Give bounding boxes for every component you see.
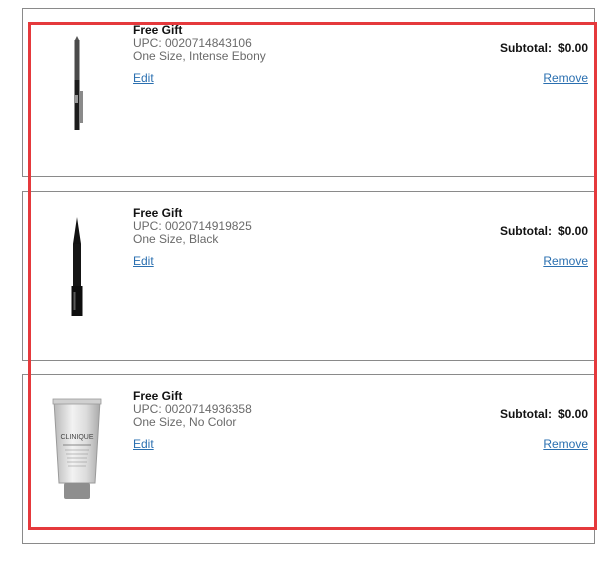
- serum-tube-icon: CLINIQUE: [52, 398, 102, 499]
- subtotal-label: Subtotal:: [499, 41, 552, 55]
- remove-link[interactable]: Remove: [543, 71, 588, 85]
- item-pricing: Subtotal: $0.00 Remove: [500, 407, 588, 453]
- cart-item: CLINIQUE Free Gift UPC: 0020714936358 On…: [22, 374, 595, 544]
- cart-items-list: Free Gift UPC: 0020714843106 One Size, I…: [0, 0, 610, 563]
- edit-link[interactable]: Edit: [133, 72, 154, 85]
- eyeliner-pencil-icon: [74, 36, 83, 130]
- subtotal-value: $0.00: [557, 224, 588, 238]
- item-info: Free Gift UPC: 0020714936358 One Size, N…: [133, 390, 252, 451]
- product-image[interactable]: [45, 33, 109, 133]
- item-variant: One Size, Black: [133, 232, 219, 246]
- cart-item: Free Gift UPC: 0020714919825 One Size, B…: [22, 191, 595, 361]
- tube-brand-text: CLINIQUE: [60, 434, 93, 441]
- item-info: Free Gift UPC: 0020714843106 One Size, I…: [133, 24, 266, 85]
- item-variant: One Size, Intense Ebony: [133, 49, 266, 63]
- subtotal: Subtotal: $0.00: [500, 41, 588, 55]
- edit-link[interactable]: Edit: [133, 255, 154, 268]
- remove-link[interactable]: Remove: [543, 437, 588, 451]
- cart-item: Free Gift UPC: 0020714843106 One Size, I…: [22, 8, 595, 177]
- remove-link[interactable]: Remove: [543, 254, 588, 268]
- item-pricing: Subtotal: $0.00 Remove: [500, 41, 588, 87]
- subtotal: Subtotal: $0.00: [500, 407, 588, 421]
- subtotal-label: Subtotal:: [499, 407, 552, 421]
- subtotal-value: $0.00: [557, 41, 588, 55]
- subtotal-value: $0.00: [557, 407, 588, 421]
- edit-link[interactable]: Edit: [133, 438, 154, 451]
- product-image[interactable]: CLINIQUE: [45, 398, 109, 499]
- liquid-eyeliner-icon: [71, 217, 83, 316]
- subtotal: Subtotal: $0.00: [500, 224, 588, 238]
- item-pricing: Subtotal: $0.00 Remove: [500, 224, 588, 270]
- product-image[interactable]: [45, 216, 109, 316]
- subtotal-label: Subtotal:: [499, 224, 552, 238]
- item-info: Free Gift UPC: 0020714919825 One Size, B…: [133, 207, 252, 268]
- item-variant: One Size, No Color: [133, 415, 237, 429]
